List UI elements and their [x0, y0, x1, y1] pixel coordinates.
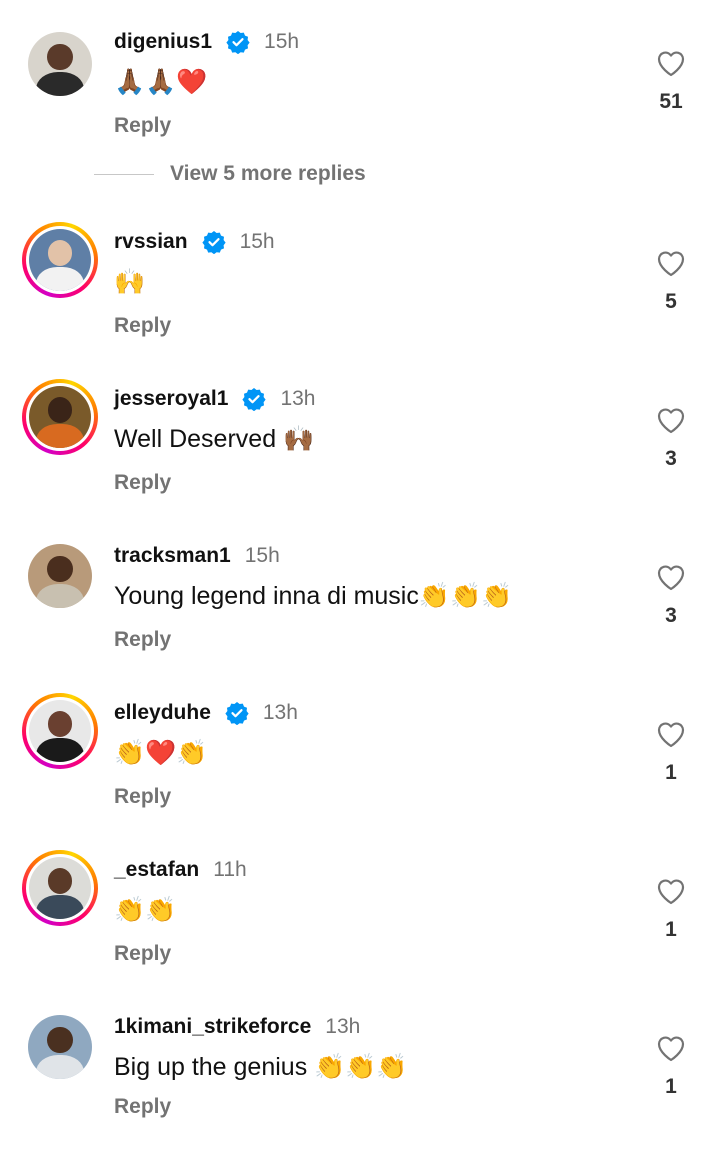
comment-text: Big up the genius 👏👏👏 [114, 1053, 408, 1081]
timestamp: 13h [262, 701, 298, 724]
like-count: 5 [665, 290, 677, 313]
reply-button[interactable]: Reply [114, 785, 171, 809]
timestamp: 13h [280, 387, 316, 410]
comment-item: jesseroyal1 13h Well Deserved 🙌🏾 Reply 3 [0, 379, 720, 535]
divider [94, 173, 154, 175]
verified-badge-icon [226, 31, 250, 54]
reply-button[interactable]: Reply [114, 114, 171, 138]
reply-button[interactable]: Reply [114, 942, 171, 966]
reply-button[interactable]: Reply [114, 314, 171, 338]
heart-outline-icon[interactable] [655, 876, 687, 906]
verified-badge-icon [242, 388, 267, 411]
like-button[interactable]: 1 [654, 876, 688, 942]
avatar[interactable] [22, 379, 98, 455]
like-count: 1 [665, 1075, 677, 1098]
like-button[interactable]: 3 [654, 405, 688, 471]
comment-text: 👏❤️👏 [114, 739, 208, 767]
comment-item: rvssian 15h 🙌 Reply 5 [0, 222, 720, 378]
username[interactable]: tracksman1 [114, 544, 231, 568]
comment-item: elleyduhe 13h 👏❤️👏 Reply 1 [0, 693, 720, 849]
username[interactable]: jesseroyal1 [114, 387, 228, 411]
comment-text: 🙌 [114, 268, 146, 296]
verified-badge-icon [225, 702, 249, 725]
comment-text: 👏👏 [114, 896, 177, 924]
like-count: 51 [659, 90, 683, 113]
comment-text: Well Deserved 🙌🏾 [114, 425, 315, 453]
username[interactable]: digenius1 [114, 30, 212, 54]
comment-item: tracksman1 15h Young legend inna di musi… [0, 542, 720, 692]
timestamp: 11h [213, 858, 247, 881]
like-button[interactable]: 51 [654, 48, 688, 114]
view-more-replies-label: View 5 more replies [170, 162, 366, 185]
heart-outline-icon[interactable] [655, 248, 687, 278]
heart-outline-icon[interactable] [655, 405, 687, 435]
comment-text: 🙏🏾🙏🏾❤️ [114, 68, 208, 96]
comment-text: Young legend inna di music👏👏👏 [114, 582, 513, 610]
like-button[interactable]: 3 [654, 562, 688, 628]
like-button[interactable]: 1 [654, 719, 688, 785]
timestamp: 15h [264, 30, 300, 53]
avatar[interactable] [22, 850, 98, 926]
username[interactable]: _estafan [114, 858, 199, 882]
comment-item: digenius1 15h 🙏🏾🙏🏾❤️ Reply 51 [0, 28, 720, 178]
heart-outline-icon[interactable] [655, 719, 687, 749]
like-count: 3 [665, 604, 677, 627]
like-count: 1 [665, 918, 677, 941]
username[interactable]: elleyduhe [114, 701, 211, 725]
timestamp: 13h [325, 1015, 361, 1038]
heart-outline-icon[interactable] [655, 48, 687, 78]
like-count: 1 [665, 761, 677, 784]
like-button[interactable]: 1 [654, 1033, 688, 1099]
avatar[interactable] [22, 222, 98, 298]
view-more-replies-button[interactable]: View 5 more replies [94, 162, 366, 186]
username[interactable]: rvssian [114, 230, 188, 254]
comment-item: _estafan 11h 👏👏 Reply 1 [0, 850, 720, 1006]
heart-outline-icon[interactable] [655, 562, 687, 592]
avatar[interactable] [22, 693, 98, 769]
username[interactable]: 1kimani_strikeforce [114, 1015, 311, 1039]
timestamp: 15h [239, 230, 275, 253]
timestamp: 15h [244, 544, 280, 567]
heart-outline-icon[interactable] [655, 1033, 687, 1063]
reply-button[interactable]: Reply [114, 471, 171, 495]
like-button[interactable]: 5 [654, 248, 688, 314]
like-count: 3 [665, 447, 677, 470]
verified-badge-icon [201, 231, 226, 254]
reply-button[interactable]: Reply [114, 628, 171, 652]
reply-button[interactable]: Reply [114, 1095, 171, 1119]
avatar[interactable] [28, 544, 92, 608]
avatar[interactable] [28, 1015, 92, 1079]
avatar[interactable] [28, 32, 92, 96]
